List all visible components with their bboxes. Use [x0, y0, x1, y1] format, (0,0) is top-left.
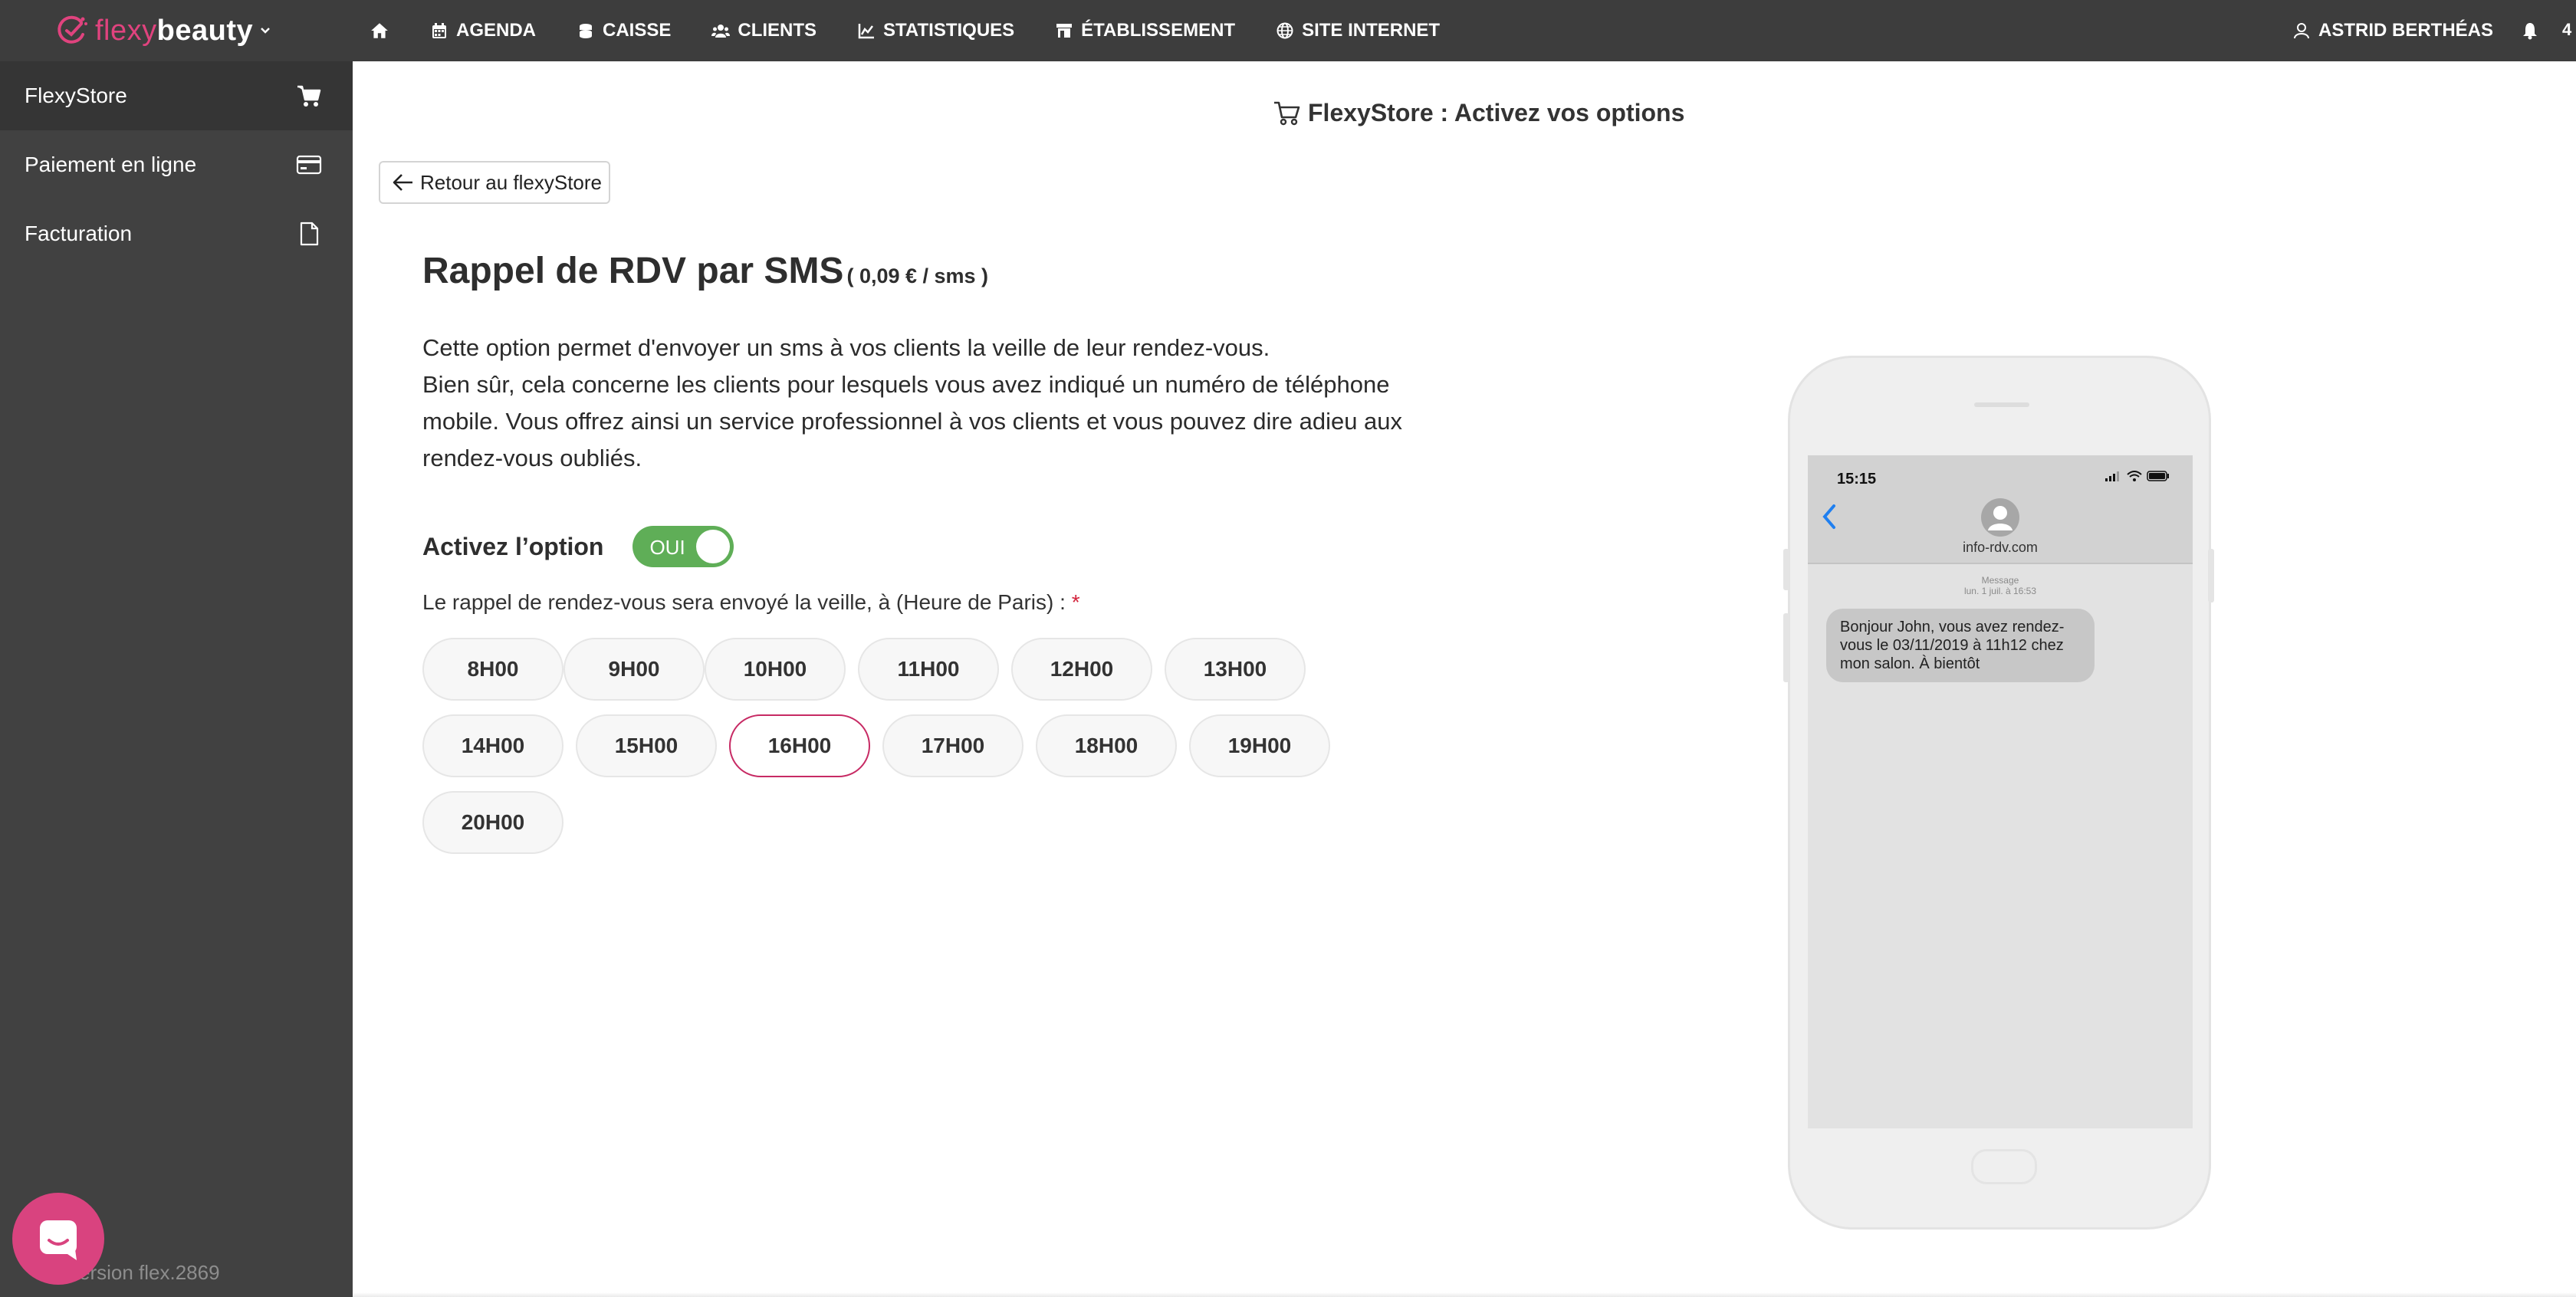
hour-option-19h00[interactable]: 19H00 [1189, 714, 1330, 777]
bell-icon[interactable] [2521, 21, 2539, 40]
option-title: Rappel de RDV par SMS [422, 251, 844, 291]
required-mark: * [1071, 590, 1080, 614]
nav-etablissement-label: ÉTABLISSEMENT [1081, 20, 1236, 41]
logo-text: flexybeauty [95, 14, 254, 47]
sidebar-item-label: FlexyStore [25, 84, 127, 107]
option-heading: Rappel de RDV par SMS ( 0,09 € / sms ) [422, 250, 988, 292]
hour-option-9h00[interactable]: 9H00 [564, 638, 705, 701]
nav-agenda[interactable]: AGENDA [430, 20, 536, 41]
coins-icon [580, 24, 593, 38]
option-description: Cette option permet d'envoyer un sms à v… [422, 330, 1450, 477]
phone-side-button [1783, 613, 1789, 682]
nav-caisse[interactable]: CAISSE [577, 20, 671, 41]
nav-site-internet-label: SITE INTERNET [1302, 20, 1441, 41]
nav-site-internet[interactable]: SITE INTERNET [1276, 20, 1440, 41]
chart-icon [858, 24, 875, 39]
phone-side-button [2208, 549, 2214, 603]
calendar-icon [432, 23, 446, 38]
phone-home-button [1971, 1149, 2037, 1184]
hour-option-15h00[interactable]: 15H00 [576, 714, 717, 777]
toggle-label: OUI [649, 536, 685, 559]
description-line: Cette option permet d'envoyer un sms à v… [422, 334, 1270, 361]
chat-icon [40, 1220, 77, 1260]
user-name: ASTRID BERTHÉAS [2318, 20, 2494, 41]
message-meta-line: Message [1981, 575, 2019, 586]
nav-clients-label: CLIENTS [738, 20, 817, 41]
sidebar-item-flexystore[interactable]: FlexyStore [0, 61, 353, 130]
hour-option-13h00[interactable]: 13H00 [1165, 638, 1306, 701]
cart-icon [297, 85, 321, 107]
phone-side-button [1783, 549, 1789, 590]
status-icons [2105, 471, 2170, 481]
toggle-knob [696, 530, 731, 563]
top-navbar: flexybeauty AGENDA CAISSE CLIENTS STATIS… [0, 0, 2576, 61]
nav-caisse-label: CAISSE [603, 20, 672, 41]
sidebar-item-facturation[interactable]: Facturation [0, 199, 353, 268]
page-title-text: FlexyStore : Activez vos options [1308, 98, 1685, 126]
logo-icon [58, 15, 87, 44]
person-icon [1988, 506, 2013, 530]
credit-card-icon [296, 155, 322, 175]
app-logo[interactable]: flexybeauty [54, 9, 271, 52]
battery-icon [2147, 471, 2169, 481]
home-icon [371, 23, 388, 38]
user-menu[interactable]: ASTRID BERTHÉAS [2292, 0, 2493, 61]
activation-row: Activez l’option OUI [422, 526, 734, 567]
activation-toggle[interactable]: OUI [632, 526, 734, 567]
reminder-time-label: Le rappel de rendez-vous sera envoyé la … [422, 590, 1080, 615]
users-icon [711, 25, 731, 38]
wifi-icon [2127, 471, 2142, 481]
hour-option-16h00[interactable]: 16H00 [729, 714, 870, 777]
sidebar-item-label: Facturation [25, 222, 133, 245]
nav-home[interactable] [370, 21, 389, 41]
hour-option-8h00[interactable]: 8H00 [422, 638, 564, 701]
globe-icon [1276, 22, 1293, 39]
hour-option-14h00[interactable]: 14H00 [422, 714, 564, 777]
chevron-left-icon [1822, 504, 1835, 529]
notification-count: 4 [2562, 20, 2572, 39]
sidebar: FlexyStore Paiement en ligne Facturation… [0, 61, 353, 1297]
main-nav: AGENDA CAISSE CLIENTS STATISTIQUES ÉTABL… [370, 0, 1480, 61]
hour-option-10h00[interactable]: 10H00 [705, 638, 846, 701]
user-icon [2294, 23, 2309, 39]
reminder-label-text: Le rappel de rendez-vous sera envoyé la … [422, 590, 1066, 614]
arrow-left-icon [393, 174, 412, 191]
hour-option-12h00[interactable]: 12H00 [1011, 638, 1152, 701]
description-line: Bien sûr, cela concerne les clients pour… [422, 371, 1403, 471]
page-title: FlexyStore : Activez vos options [1273, 98, 1684, 127]
document-icon [300, 222, 319, 246]
sms-header: 15:15 info-rdv.com [1808, 455, 2193, 564]
sidebar-item-paiement[interactable]: Paiement en ligne [0, 130, 353, 199]
signal-icon [2105, 471, 2119, 481]
contact-avatar [1981, 498, 2019, 537]
chevron-down-icon [261, 28, 271, 34]
message-meta-line: lun. 1 juil. à 16:53 [1963, 586, 2037, 596]
nav-etablissement[interactable]: ÉTABLISSEMENT [1055, 20, 1235, 41]
phone-speaker [1974, 402, 2029, 407]
hour-option-20h00[interactable]: 20H00 [422, 791, 564, 854]
bottom-shadow [353, 1292, 2576, 1297]
message-meta: Message lun. 1 juil. à 16:53 [1808, 575, 2193, 596]
nav-statistiques[interactable]: STATISTIQUES [857, 20, 1014, 41]
hour-option-18h00[interactable]: 18H00 [1036, 714, 1177, 777]
nav-agenda-label: AGENDA [456, 20, 537, 41]
option-price: ( 0,09 € / sms ) [846, 264, 989, 287]
back-button-label: Retour au flexyStore [420, 170, 603, 194]
contact-name: info-rdv.com [1963, 540, 2038, 555]
phone-screen: 15:15 info-rdv.com Message lun. 1 juil. … [1808, 455, 2193, 1128]
store-icon [1056, 24, 1073, 38]
sms-message-bubble: Bonjour John, vous avez rendez-vous le 0… [1826, 609, 2095, 682]
sidebar-item-label: Paiement en ligne [25, 153, 197, 176]
hour-option-11h00[interactable]: 11H00 [858, 638, 999, 701]
nav-clients[interactable]: CLIENTS [711, 20, 816, 41]
status-time: 15:15 [1837, 471, 1877, 488]
nav-statistiques-label: STATISTIQUES [883, 20, 1015, 41]
chat-launcher[interactable] [12, 1193, 104, 1285]
cart-icon [1274, 101, 1300, 126]
back-to-store-button[interactable]: Retour au flexyStore [379, 161, 610, 204]
hour-option-17h00[interactable]: 17H00 [882, 714, 1024, 777]
activation-label: Activez l’option [422, 532, 604, 560]
